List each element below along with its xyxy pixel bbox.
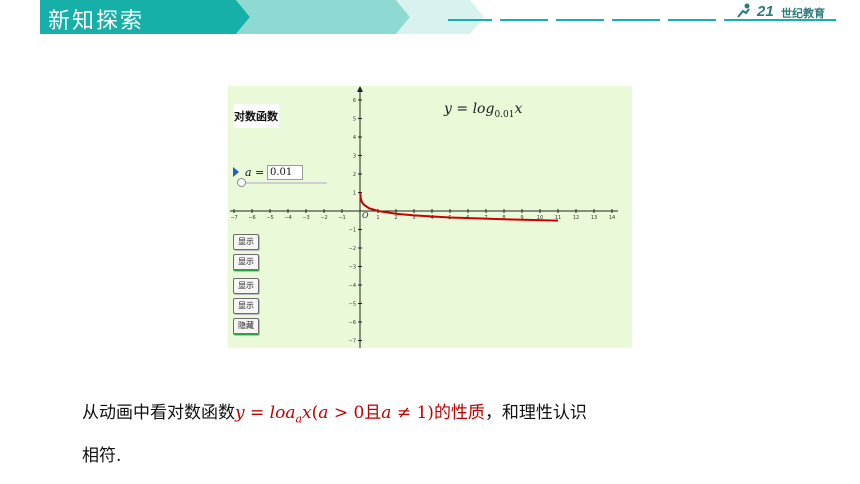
function-formula: y = log0.01x	[444, 101, 522, 120]
cap-neq: ≠ 1)	[391, 403, 434, 423]
slider-value-input[interactable]: 0.01	[267, 165, 303, 180]
formula-base: 0.01	[494, 109, 515, 120]
x-tick-label: 1	[376, 215, 379, 221]
y-tick-label: 1	[353, 191, 356, 197]
slider-variable: a =	[245, 166, 265, 179]
x-tick-label: −1	[338, 215, 345, 221]
y-tick-label: −5	[349, 302, 356, 308]
y-tick-label: 4	[353, 135, 356, 141]
origin-label: O	[362, 211, 369, 220]
x-tick-label: −3	[302, 215, 309, 221]
brand-logo: 21 世纪教育	[735, 3, 835, 21]
cap-x: x	[302, 403, 312, 423]
logo-text: 世纪教育	[781, 8, 825, 20]
y-tick-label: 6	[353, 98, 356, 104]
function-curve	[359, 192, 559, 222]
y-tick-label: −7	[349, 339, 356, 345]
x-tick-label: −6	[248, 215, 255, 221]
y-tick-label: −2	[349, 246, 356, 252]
function-applet[interactable]: −7 −6 −5 −4 −3 −2 −1 1 2 3 4 5 6 7 8 9 10 11 12 13 14 6 5 4 3 2 1−…	[228, 86, 632, 348]
cap-loa: loa	[269, 403, 296, 423]
caption-intro: 从动画中看对数函数	[82, 403, 235, 423]
cap-a2: a	[381, 403, 392, 423]
header-banner: 新知探索 21 世纪教育	[0, 0, 860, 34]
logo-number: 21	[757, 3, 774, 20]
y-tick-label: −6	[349, 320, 356, 326]
cap-gt: > 0且	[328, 403, 382, 423]
graph-canvas[interactable]: −7 −6 −5 −4 −3 −2 −1 1 2 3 4 5 6 7 8 9 10 11 12 13 14654321−…	[228, 86, 632, 348]
page-title: 新知探索	[48, 9, 145, 34]
caption: 从动画中看对数函数y = loaax(a > 0且a ≠ 1)的性质，和理性认识…	[82, 398, 722, 466]
cap-property: 的性质	[433, 403, 485, 423]
cap-eq: =	[244, 403, 270, 423]
y-tick-label: 5	[353, 117, 356, 123]
slider-handle[interactable]	[237, 178, 246, 187]
show-button-4[interactable]: 显示	[233, 298, 259, 314]
hide-button[interactable]: 隐藏	[233, 318, 259, 335]
cap-y: y	[235, 403, 245, 423]
show-button-3[interactable]: 显示	[233, 278, 259, 294]
cap-a1: a	[318, 403, 329, 423]
y-tick-label: −1	[349, 228, 356, 234]
caption-line-2: 相符.	[82, 446, 122, 467]
x-tick-label: −7	[230, 215, 237, 221]
x-tick-label: 12	[573, 215, 579, 221]
x-tick-label: 14	[609, 215, 615, 221]
x-tick-label: 2	[394, 215, 397, 221]
y-tick-label: −3	[349, 265, 356, 271]
caption-end: ，和理性认识	[484, 403, 587, 423]
y-tick-label: 3	[353, 154, 356, 160]
slider-flag-icon[interactable]	[233, 167, 239, 177]
formula-x: x	[514, 101, 523, 117]
y-tick-label: 2	[353, 172, 356, 178]
applet-title: 对数函数	[233, 104, 279, 128]
formula-log: log	[472, 101, 495, 117]
y-tick-label: −4	[349, 283, 356, 289]
show-button-2[interactable]: 显示	[233, 254, 259, 271]
slider-track[interactable]	[241, 182, 327, 184]
y-axis-arrow	[357, 86, 363, 92]
x-tick-label: −5	[266, 215, 273, 221]
x-tick-label: 13	[591, 215, 597, 221]
formula-y: y	[444, 101, 452, 117]
runner-icon	[737, 3, 750, 18]
caption-line-1: 从动画中看对数函数y = loaax(a > 0且a ≠ 1)的性质，和理性认识	[82, 398, 722, 425]
formula-eq: =	[451, 101, 473, 117]
caption-function: y = loaax(a > 0且a ≠ 1)的性质	[235, 403, 485, 425]
x-tick-label: −4	[284, 215, 291, 221]
x-tick-label: −2	[320, 215, 327, 221]
show-button-1[interactable]: 显示	[233, 234, 259, 250]
